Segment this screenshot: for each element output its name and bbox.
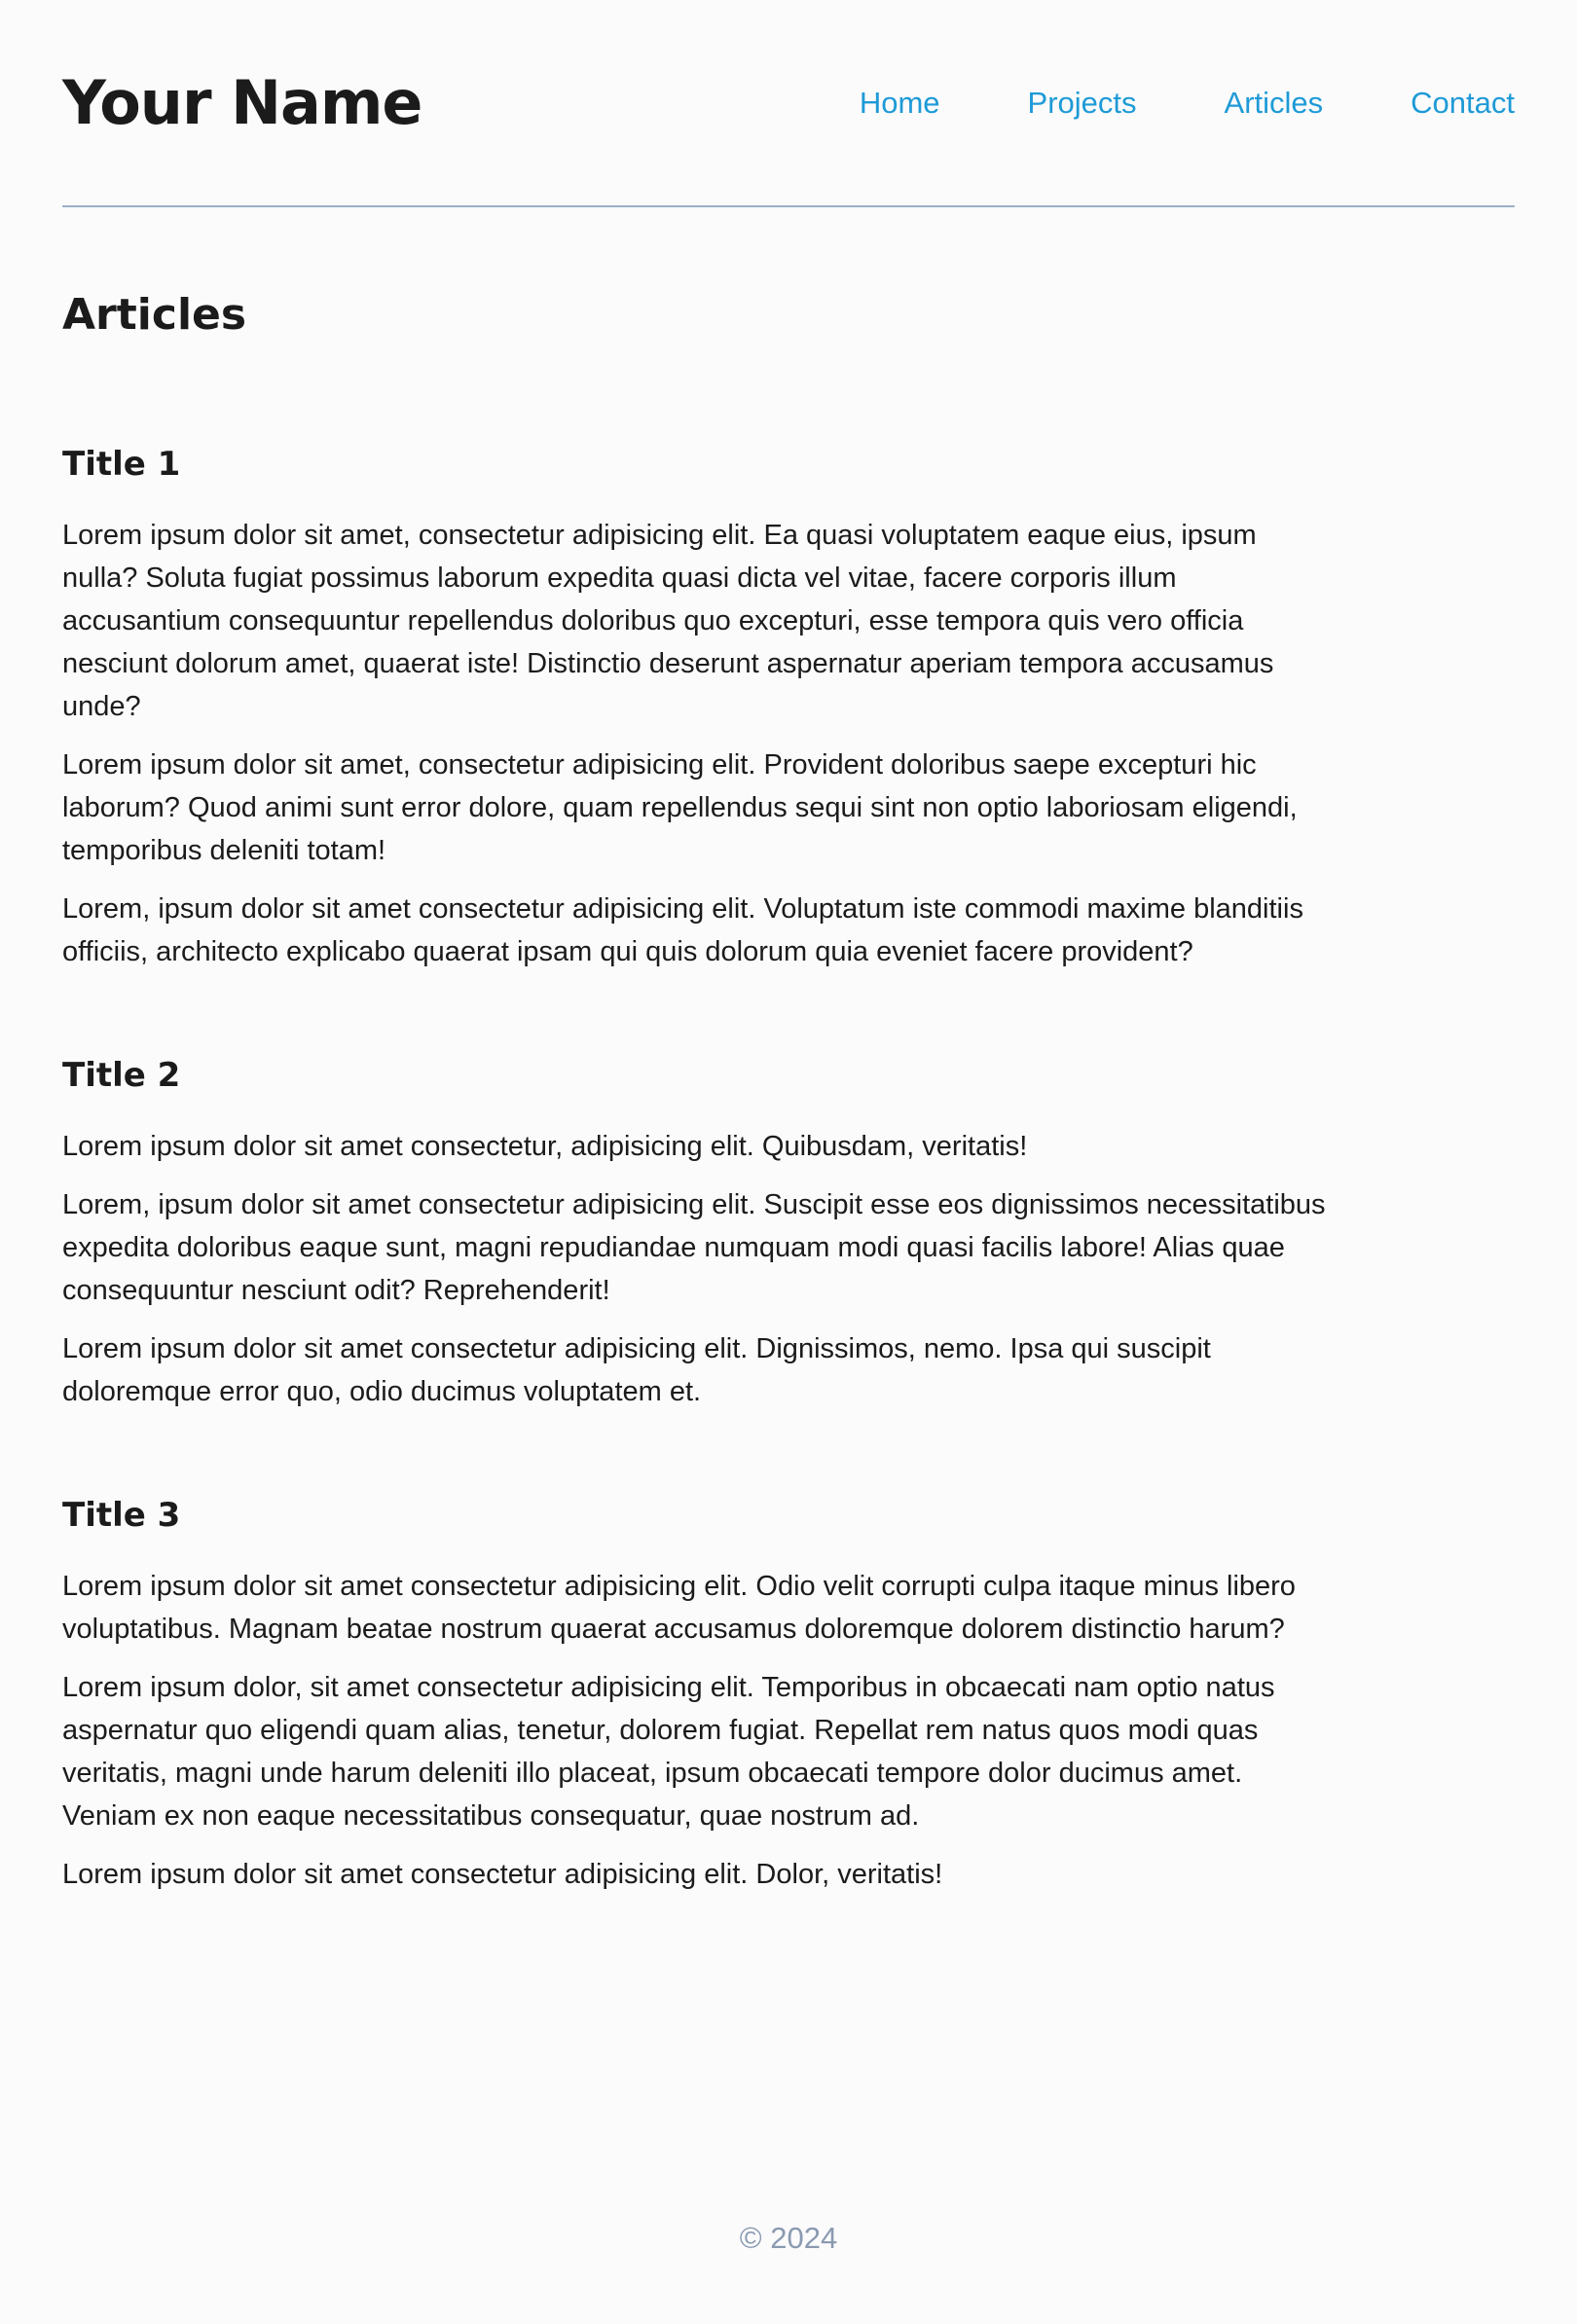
article-title: Title 3 <box>62 1496 181 1535</box>
page-container: Your Name Home Projects Articles Contact… <box>62 0 1515 1974</box>
article-paragraph: Lorem ipsum dolor sit amet consectetur a… <box>62 1333 1211 1407</box>
article-paragraph: Lorem, ipsum dolor sit amet consectetur … <box>62 1189 1326 1306</box>
main-nav: Home Projects Articles Contact <box>860 82 1515 125</box>
site-title: Your Name <box>62 67 422 138</box>
article-title: Title 1 <box>62 445 181 484</box>
article-paragraph: Lorem ipsum dolor sit amet, consectetur … <box>62 520 1274 722</box>
nav-link-articles[interactable]: Articles <box>1225 82 1324 125</box>
page-heading: Articles <box>62 290 247 340</box>
site-header: Your Name Home Projects Articles Contact <box>62 0 1515 208</box>
article-paragraph: Lorem ipsum dolor sit amet consectetur a… <box>62 1571 1296 1645</box>
copyright-text: © 2024 <box>739 2221 838 2255</box>
article-paragraph: Lorem ipsum dolor, sit amet consectetur … <box>62 1672 1275 1832</box>
article-3: Title 3 Lorem ipsum dolor sit amet conse… <box>62 1491 1328 1896</box>
article-paragraph: Lorem ipsum dolor sit amet, consectetur … <box>62 749 1298 866</box>
article-paragraph: Lorem ipsum dolor sit amet consectetur a… <box>62 1859 943 1890</box>
nav-link-contact[interactable]: Contact <box>1411 82 1515 125</box>
nav-link-projects[interactable]: Projects <box>1028 82 1137 125</box>
nav-link-home[interactable]: Home <box>860 82 940 125</box>
header-divider <box>62 205 1515 207</box>
article-paragraph: Lorem ipsum dolor sit amet consectetur, … <box>62 1131 1028 1162</box>
article-title: Title 2 <box>62 1056 181 1095</box>
main-content: Articles Title 1 Lorem ipsum dolor sit a… <box>62 286 1515 1896</box>
site-footer: © 2024 <box>0 2217 1577 2260</box>
article-1: Title 1 Lorem ipsum dolor sit amet, cons… <box>62 440 1328 973</box>
article-2: Title 2 Lorem ipsum dolor sit amet conse… <box>62 1051 1328 1413</box>
article-paragraph: Lorem, ipsum dolor sit amet consectetur … <box>62 893 1303 967</box>
